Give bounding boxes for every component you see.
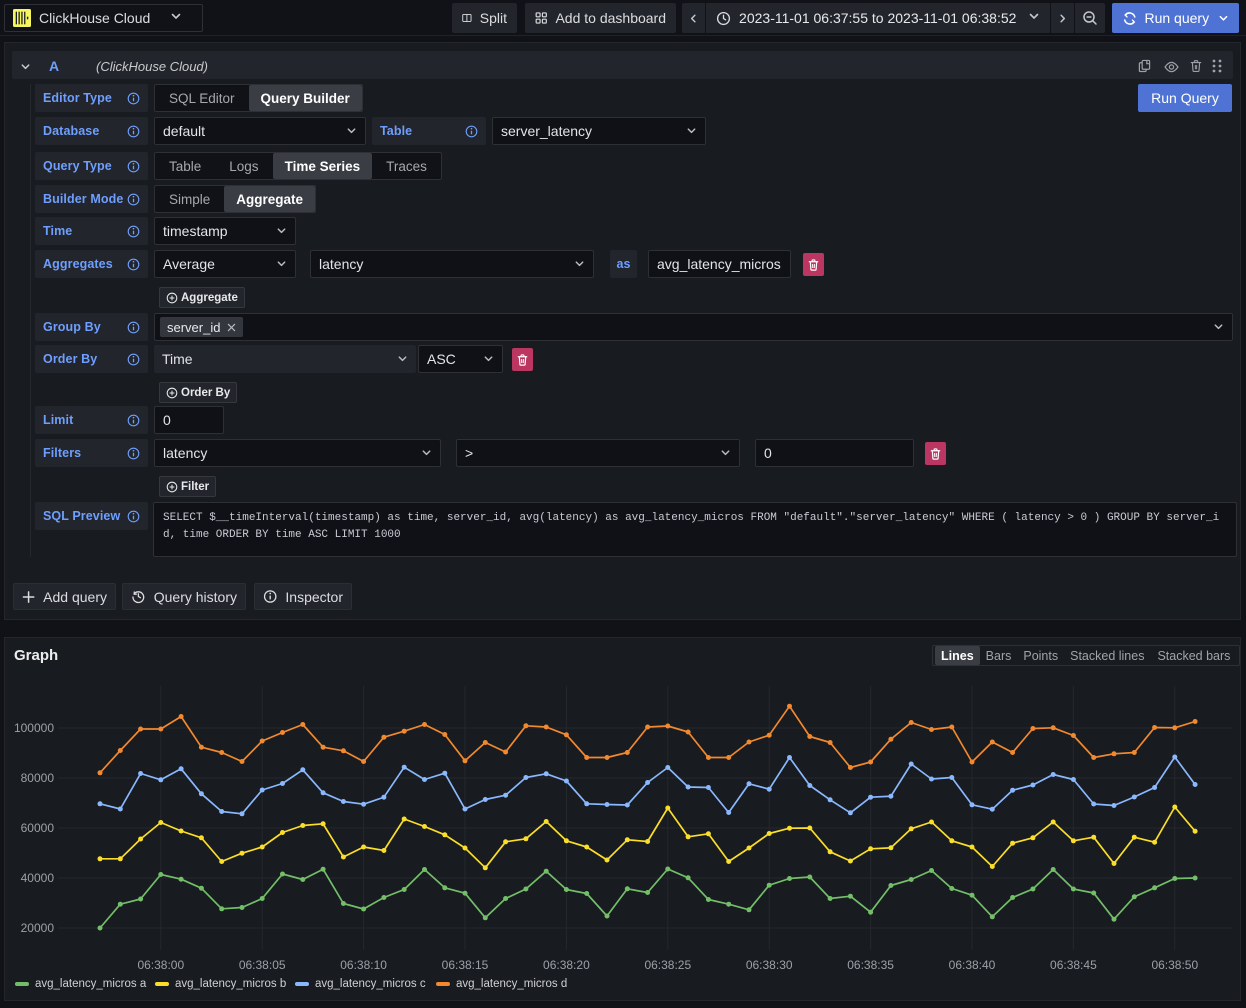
svg-text:06:38:05: 06:38:05	[239, 958, 286, 972]
svg-text:06:38:30: 06:38:30	[746, 958, 793, 972]
svg-text:06:38:45: 06:38:45	[1050, 958, 1097, 972]
svg-text:06:38:00: 06:38:00	[137, 958, 184, 972]
svg-text:100000: 100000	[14, 721, 54, 735]
svg-text:06:38:10: 06:38:10	[340, 958, 387, 972]
svg-text:06:38:35: 06:38:35	[847, 958, 894, 972]
svg-text:80000: 80000	[21, 771, 55, 785]
svg-text:40000: 40000	[21, 871, 55, 885]
svg-text:60000: 60000	[21, 821, 55, 835]
svg-text:06:38:40: 06:38:40	[949, 958, 996, 972]
svg-text:06:38:50: 06:38:50	[1151, 958, 1198, 972]
svg-text:06:38:15: 06:38:15	[442, 958, 489, 972]
svg-text:06:38:20: 06:38:20	[543, 958, 590, 972]
svg-text:06:38:25: 06:38:25	[644, 958, 691, 972]
svg-text:20000: 20000	[21, 921, 55, 935]
